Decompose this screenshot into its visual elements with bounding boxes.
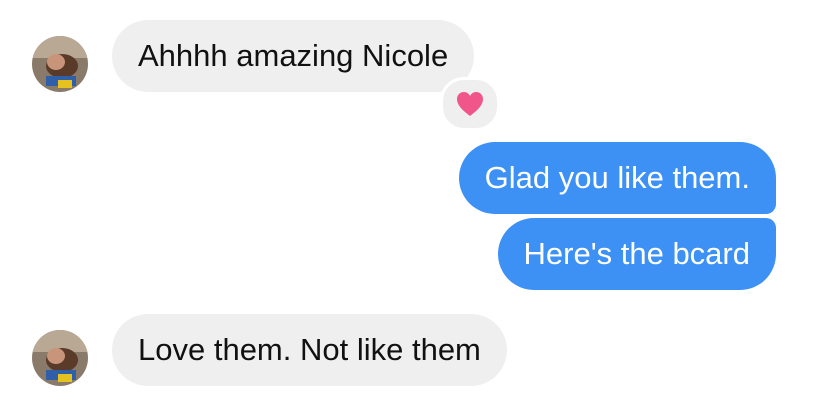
message-text: Ahhhh amazing Nicole [138,38,449,73]
message-text: Here's the bcard [523,236,750,271]
message-bubble-incoming[interactable]: Ahhhh amazing Nicole [112,20,475,92]
message-text: Glad you like them. [484,160,750,195]
message-text: Love them. Not like them [138,332,481,367]
reaction-badge[interactable] [440,77,500,131]
avatar[interactable] [32,330,88,386]
heart-icon [457,92,483,116]
message-bubble-outgoing[interactable]: Glad you like them. [458,142,776,214]
avatar[interactable] [32,36,88,92]
message-bubble-incoming[interactable]: Love them. Not like them [112,314,507,386]
message-bubble-outgoing[interactable]: Here's the bcard [497,218,776,290]
